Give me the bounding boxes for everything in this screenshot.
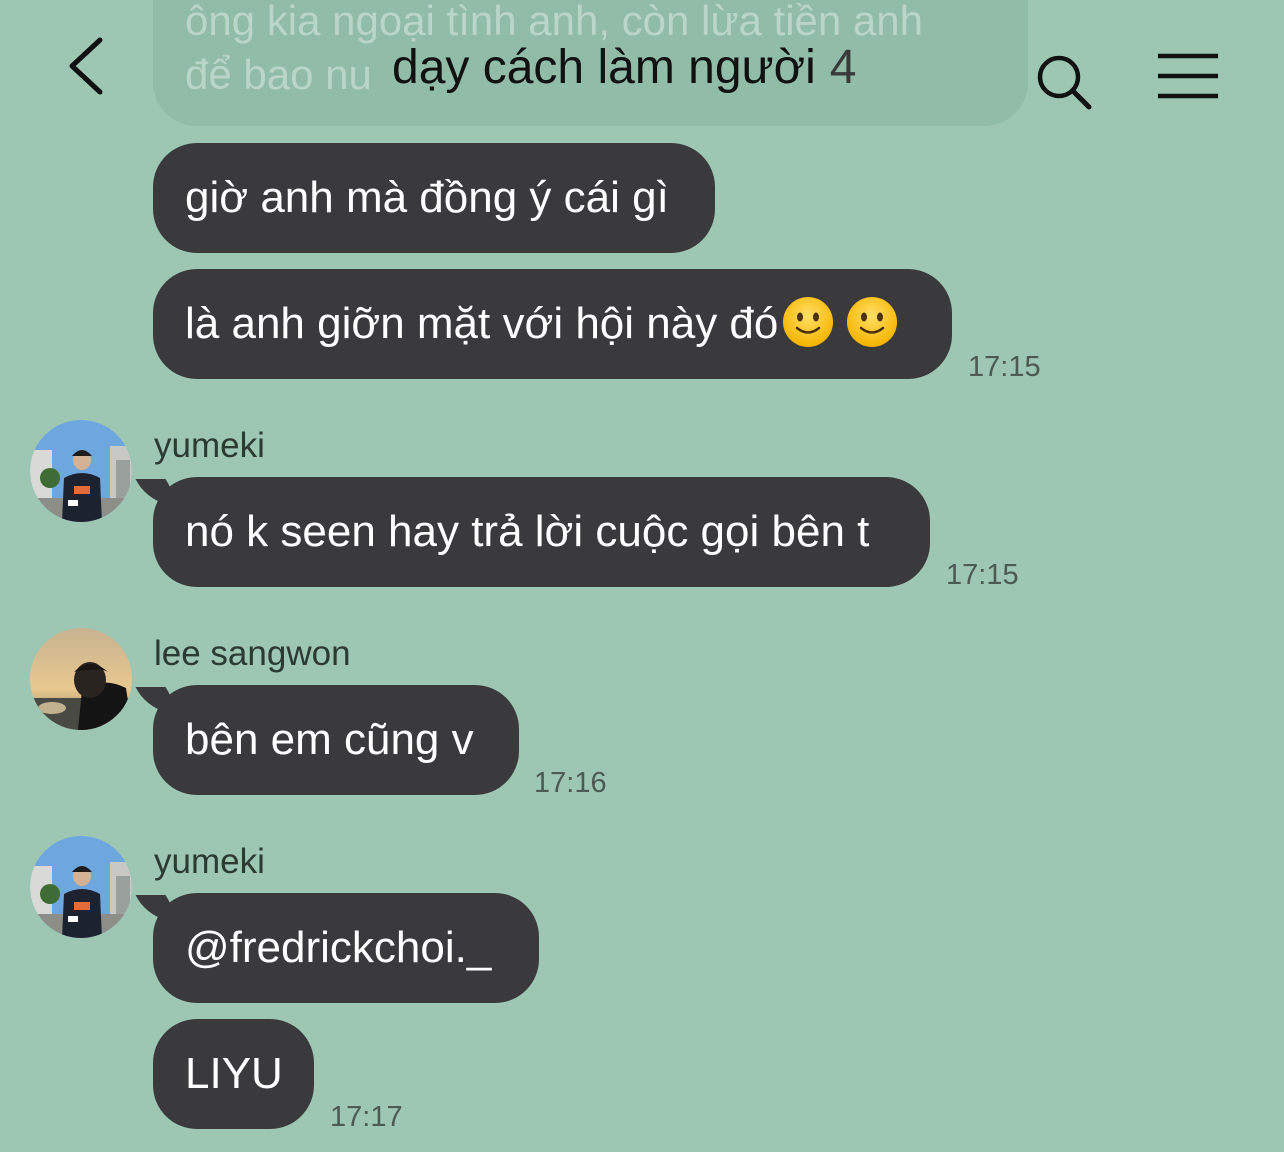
menu-button[interactable] <box>1156 52 1220 102</box>
group-name: dạy cách làm người <box>392 41 816 94</box>
message-bubble[interactable]: là anh giỡn mặt với hội này đó <box>153 269 952 379</box>
back-button[interactable] <box>58 30 118 102</box>
profile-photo-icon <box>30 836 132 938</box>
search-icon <box>1037 55 1092 110</box>
message-text: giờ anh mà đồng ý cái gì <box>185 173 669 222</box>
message-timestamp: 17:16 <box>534 767 607 799</box>
avatar-lee-sangwon[interactable] <box>30 628 132 730</box>
sender-name: yumeki <box>154 842 265 881</box>
avatar-yumeki[interactable] <box>30 420 132 522</box>
message-bubble[interactable]: bên em cũng v <box>153 685 519 795</box>
profile-photo-icon <box>30 420 132 522</box>
chat-title: dạy cách làm người 4 <box>392 38 952 98</box>
message-text: nó k seen hay trả lời cuộc gọi bên t <box>185 507 870 556</box>
sender-name: lee sangwon <box>154 634 351 673</box>
message-timestamp: 17:15 <box>968 351 1041 383</box>
message-bubble[interactable]: giờ anh mà đồng ý cái gì <box>153 143 715 253</box>
avatar-yumeki[interactable] <box>30 836 132 938</box>
message-text: LIYU <box>185 1049 283 1098</box>
message-text: là anh giỡn mặt với hội này đó <box>185 299 779 348</box>
message-bubble[interactable]: LIYU <box>153 1019 314 1129</box>
hamburger-menu-icon <box>1158 53 1218 99</box>
message-timestamp: 17:15 <box>946 559 1019 591</box>
chevron-left-icon <box>69 37 103 95</box>
message-bubble[interactable]: @fredrickchoi._ <box>153 893 539 1003</box>
member-count: 4 <box>829 41 857 94</box>
message-bubble[interactable]: nó k seen hay trả lời cuộc gọi bên t <box>153 477 930 587</box>
slightly-smiling-face-icon <box>783 297 834 348</box>
search-button[interactable] <box>1034 52 1094 112</box>
message-timestamp: 17:17 <box>330 1101 403 1133</box>
sender-name: yumeki <box>154 426 265 465</box>
slightly-smiling-face-icon <box>847 297 898 348</box>
message-text: @fredrickchoi._ <box>185 923 492 972</box>
message-text: bên em cũng v <box>185 715 474 764</box>
profile-photo-icon <box>30 628 132 730</box>
